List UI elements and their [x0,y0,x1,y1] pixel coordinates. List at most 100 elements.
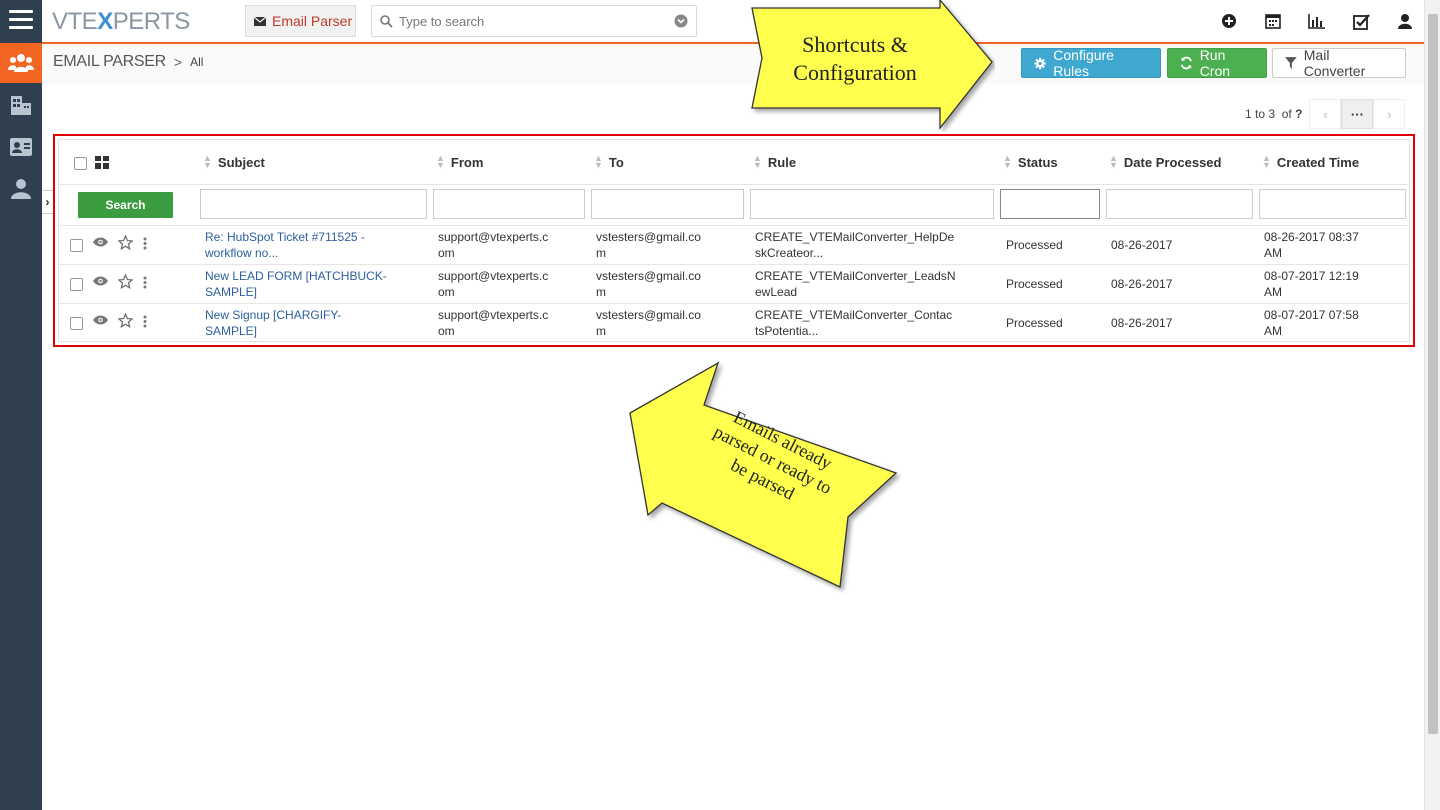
subject-cell-line2: SAMPLE] [205,285,258,299]
quick-create-plus-icon[interactable] [1220,12,1238,30]
run-cron-button[interactable]: Run Cron [1167,47,1267,79]
page-jump-button[interactable]: ··· [1341,99,1374,129]
prev-page-chevron-icon[interactable]: ‹ [1309,99,1342,129]
column-header-status[interactable]: ▲ ▼ Status [1003,140,1058,184]
row-checkbox[interactable] [70,278,83,291]
search-button[interactable]: Search [78,192,173,218]
date-processed-cell: 08-26-2017 [1111,238,1173,252]
user-icon[interactable] [1396,12,1414,30]
page-jump-label: ··· [1350,106,1364,122]
view-eye-icon[interactable] [93,237,108,247]
filter-from-input[interactable] [433,189,585,219]
filter-subject-input[interactable] [200,189,427,219]
rule-cell-line1: CREATE_VTEMailConverter_LeadsN [755,269,956,283]
page-total[interactable]: ? [1295,107,1302,121]
row-divider [59,184,1409,185]
sidebar-item-leads[interactable] [0,169,42,209]
breadcrumb: EMAIL PARSER > All [53,53,203,71]
global-search[interactable] [371,5,697,37]
rule-cell-line2: ewLead [755,285,798,299]
breadcrumb-view[interactable]: All [190,55,203,69]
mail-converter-button[interactable]: Mail Converter [1272,47,1406,79]
vtexperts-logo[interactable]: VTEXPERTS [52,8,190,36]
configure-rules-label: Configure Rules [1053,47,1114,79]
filter-to-input[interactable] [591,189,744,219]
more-actions-icon[interactable] [143,315,147,328]
subject-cell-line1: New Signup [CHARGIFY- [205,308,342,322]
star-icon[interactable] [118,235,133,250]
logo-text-1: VTE [52,8,98,35]
filter-created-time-input[interactable] [1259,189,1406,219]
rule-cell-line1: CREATE_VTEMailConverter_HelpDe [755,230,955,244]
next-page-chevron-icon[interactable]: › [1373,99,1406,129]
sort-icon: ▲ ▼ [436,153,445,170]
row-checkbox[interactable] [70,239,83,252]
sidebar-item-users[interactable] [0,43,42,83]
filter-status-input[interactable] [1000,189,1100,219]
sidebar-item-organizations[interactable] [0,85,42,125]
column-layout-icon[interactable] [95,156,109,169]
configure-rules-button[interactable]: Configure Rules [1021,47,1161,79]
subject-cell-line1: Re: HubSpot Ticket #711525 - [205,230,365,244]
from-cell-line2: om [438,324,455,338]
sidebar-item-contacts[interactable] [0,127,42,167]
from-cell-line1: support@vtexperts.c [438,308,549,322]
more-actions-icon[interactable] [143,276,147,289]
hamburger-menu-icon[interactable] [9,10,33,32]
select-all-checkbox[interactable] [74,157,87,170]
subject-cell[interactable]: New LEAD FORM [HATCHBUCK- SAMPLE] [205,268,435,300]
run-cron-label: Run Cron [1199,47,1231,79]
breadcrumb-separator: > [173,54,183,70]
shortcuts-callout-arrow: Shortcuts & Configuration [751,0,993,130]
filter-rule-input[interactable] [750,189,994,219]
to-cell-line1: vstesters@gmail.co [596,308,701,322]
to-cell-line1: vstesters@gmail.co [596,230,701,244]
chevron-down-circle-icon[interactable] [674,14,688,28]
table-row[interactable]: New LEAD FORM [HATCHBUCK- SAMPLE] support@… [59,265,1409,304]
view-eye-icon[interactable] [93,315,108,325]
created-time-cell: 08-07-2017 07:58 AM [1264,307,1359,339]
subject-cell[interactable]: Re: HubSpot Ticket #711525 - workflow no.… [205,229,435,261]
logo-text-2: PERTS [112,8,191,35]
filter-date-processed-input[interactable] [1106,189,1253,219]
column-label: Created Time [1276,154,1360,170]
contact-card-icon [10,138,32,156]
calendar-icon[interactable] [1264,12,1282,30]
column-header-to[interactable]: ▲ ▼ To [594,140,624,184]
page-of-label: of [1281,107,1292,121]
column-header-from[interactable]: ▲ ▼ From [436,140,483,184]
emails-callout-arrow: Emails already parsed or ready to be par… [629,361,898,588]
subject-cell[interactable]: New Signup [CHARGIFY- SAMPLE] [205,307,435,339]
column-label: Rule [767,154,797,170]
from-cell-line1: support@vtexperts.c [438,269,549,283]
gear-icon [1034,57,1046,69]
envelope-icon [254,16,266,26]
to-cell-line1: vstesters@gmail.co [596,269,701,283]
column-label: From [450,154,484,170]
view-eye-icon[interactable] [93,276,108,286]
more-actions-icon[interactable] [143,237,147,250]
date-processed-cell: 08-26-2017 [1111,277,1173,291]
bar-chart-icon[interactable] [1308,12,1326,30]
email-parser-module-button[interactable]: Email Parser [245,5,356,37]
page-scrollbar[interactable] [1424,0,1440,810]
building-icon [11,96,31,115]
table-row[interactable]: New Signup [CHARGIFY- SAMPLE] support@vtex… [59,304,1409,343]
star-icon[interactable] [118,274,133,289]
row-checkbox[interactable] [70,317,83,330]
column-header-rule[interactable]: ▲ ▼ Rule [753,140,796,184]
shortcuts-callout-line2: Configuration [793,60,916,85]
sort-icon: ▲ ▼ [203,153,212,170]
sort-icon: ▲ ▼ [1109,153,1118,170]
table-row[interactable]: Re: HubSpot Ticket #711525 - workflow no.… [59,226,1409,265]
star-icon[interactable] [118,313,133,328]
column-header-subject[interactable]: ▲ ▼ Subject [203,140,265,184]
scrollbar-thumb[interactable] [1428,14,1438,734]
column-header-created-time[interactable]: ▲ ▼ Created Time [1262,140,1359,184]
checkbox-icon[interactable] [1352,12,1370,30]
search-input[interactable] [399,13,674,29]
column-header-date-processed[interactable]: ▲ ▼ Date Processed [1109,140,1221,184]
to-cell-line2: m [596,324,606,338]
to-cell-line2: m [596,285,606,299]
breadcrumb-module[interactable]: EMAIL PARSER [53,53,166,71]
